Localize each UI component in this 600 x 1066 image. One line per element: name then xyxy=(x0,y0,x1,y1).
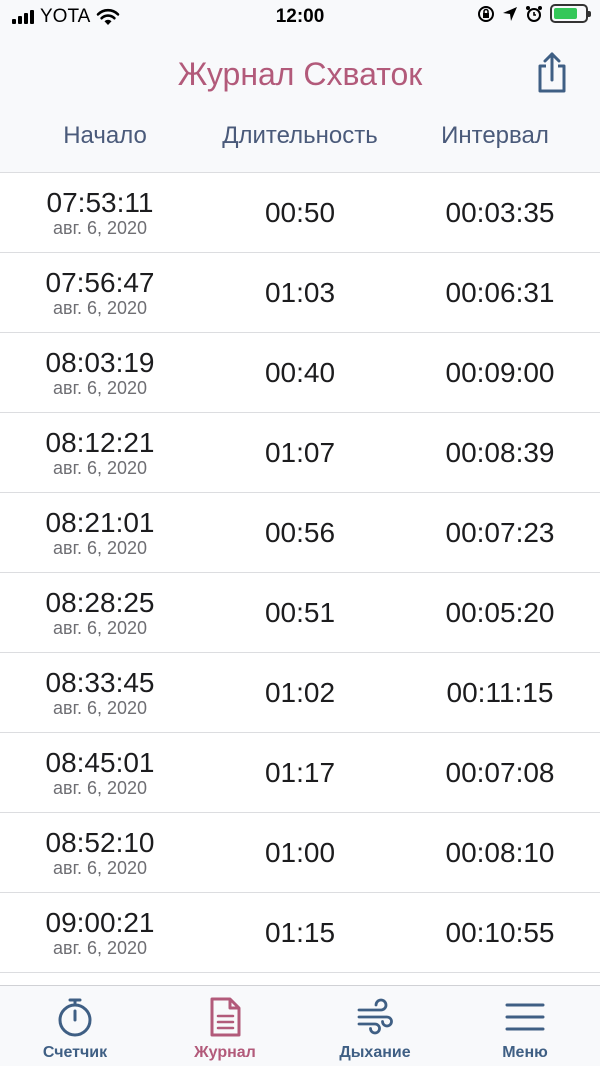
start-date: авг. 6, 2020 xyxy=(53,298,147,318)
stopwatch-icon xyxy=(58,998,92,1037)
tab-label: Журнал xyxy=(194,1044,256,1061)
table-row[interactable]: 08:21:01 авг. 6, 2020 00:56 00:07:23 xyxy=(0,493,600,573)
duration-value: 01:00 xyxy=(264,836,336,868)
tab-menu[interactable]: Меню xyxy=(450,986,600,1066)
start-cell: 08:45:01 авг. 6, 2020 xyxy=(0,747,200,798)
interval-value: 00:08:10 xyxy=(445,836,555,868)
column-header-start: Начало xyxy=(63,122,147,149)
interval-value: 00:06:31 xyxy=(445,276,555,308)
column-header-duration: Длительность xyxy=(222,122,378,149)
start-date: авг. 6, 2020 xyxy=(53,938,147,958)
table-row[interactable]: 08:12:21 авг. 6, 2020 01:07 00:08:39 xyxy=(0,413,600,493)
start-cell: 08:52:10 авг. 6, 2020 xyxy=(0,827,200,878)
start-date: авг. 6, 2020 xyxy=(53,538,147,558)
start-time: 07:53:11 xyxy=(46,187,154,218)
start-date: авг. 6, 2020 xyxy=(53,618,147,638)
share-icon[interactable] xyxy=(532,50,572,94)
duration-value: 00:51 xyxy=(264,596,336,628)
interval-value: 00:07:23 xyxy=(445,516,555,548)
start-time: 08:45:01 xyxy=(45,747,155,778)
interval-value: 00:11:15 xyxy=(446,676,554,708)
contraction-list[interactable]: 07:53:11 авг. 6, 2020 00:50 00:03:35 07:… xyxy=(0,173,600,986)
start-cell: 07:56:47 авг. 6, 2020 xyxy=(0,267,200,318)
duration-value: 01:17 xyxy=(264,756,336,788)
start-time: 09:00:21 xyxy=(45,907,155,938)
start-time: 08:33:45 xyxy=(45,667,155,698)
table-row[interactable]: 08:33:45 авг. 6, 2020 01:02 00:11:15 xyxy=(0,653,600,733)
status-bar: YOTA 12:00 xyxy=(0,0,600,34)
start-time: 08:28:25 xyxy=(45,587,155,618)
start-date: авг. 6, 2020 xyxy=(53,698,147,718)
start-time: 08:12:21 xyxy=(45,427,155,458)
start-time: 08:03:19 xyxy=(45,347,155,378)
interval-value: 00:05:20 xyxy=(445,596,555,628)
wind-icon xyxy=(357,998,393,1035)
start-cell: 08:03:19 авг. 6, 2020 xyxy=(0,347,200,398)
table-row[interactable]: 08:03:19 авг. 6, 2020 00:40 00:09:00 xyxy=(0,333,600,413)
tab-label: Дыхание xyxy=(339,1044,411,1061)
column-header-interval: Интервал xyxy=(441,122,549,149)
tab-breathing[interactable]: Дыхание xyxy=(300,986,450,1066)
start-cell: 08:33:45 авг. 6, 2020 xyxy=(0,667,200,718)
table-row[interactable]: 08:28:25 авг. 6, 2020 00:51 00:05:20 xyxy=(0,573,600,653)
duration-value: 01:03 xyxy=(264,276,336,308)
interval-value: 00:09:00 xyxy=(445,356,555,388)
document-icon xyxy=(210,997,241,1037)
interval-value: 00:03:35 xyxy=(445,196,555,228)
table-row[interactable]: 09:00:21 авг. 6, 2020 01:15 00:10:55 xyxy=(0,893,600,973)
table-row[interactable]: 07:53:11 авг. 6, 2020 00:50 00:03:35 xyxy=(0,173,600,253)
duration-value: 01:02 xyxy=(264,676,336,708)
start-cell: 08:21:01 авг. 6, 2020 xyxy=(0,507,200,558)
start-time: 08:52:10 xyxy=(45,827,155,858)
duration-value: 01:15 xyxy=(264,916,336,948)
duration-value: 00:40 xyxy=(264,356,336,388)
page-title: Журнал Схваток xyxy=(177,56,423,92)
tab-bar: Счетчик Журнал Дыхание Меню xyxy=(0,985,600,1066)
interval-value: 00:07:08 xyxy=(445,756,555,788)
start-date: авг. 6, 2020 xyxy=(53,858,147,878)
interval-value: 00:08:39 xyxy=(445,436,555,468)
menu-icon xyxy=(505,1003,545,1031)
table-row[interactable]: 08:45:01 авг. 6, 2020 01:17 00:07:08 xyxy=(0,733,600,813)
start-cell: 07:53:11 авг. 6, 2020 xyxy=(0,187,200,238)
location-icon xyxy=(503,6,517,21)
battery-icon xyxy=(550,4,591,23)
start-date: авг. 6, 2020 xyxy=(53,458,147,478)
start-cell: 08:28:25 авг. 6, 2020 xyxy=(0,587,200,638)
start-time: 07:56:47 xyxy=(45,267,155,298)
table-row[interactable]: 07:56:47 авг. 6, 2020 01:03 00:06:31 xyxy=(0,253,600,333)
start-date: авг. 6, 2020 xyxy=(53,378,147,398)
interval-value: 00:10:55 xyxy=(445,916,555,948)
start-date: авг. 6, 2020 xyxy=(53,218,147,238)
tab-label: Счетчик xyxy=(42,1044,108,1061)
duration-value: 00:56 xyxy=(264,516,336,548)
orientation-lock-icon xyxy=(478,5,494,22)
alarm-icon xyxy=(526,5,542,22)
duration-value: 01:07 xyxy=(264,436,336,468)
header: Журнал Схваток Начало Длительность Интер… xyxy=(0,34,600,173)
tab-label: Меню xyxy=(502,1044,548,1061)
tab-counter[interactable]: Счетчик xyxy=(0,986,150,1066)
start-date: авг. 6, 2020 xyxy=(53,778,147,798)
start-cell: 08:12:21 авг. 6, 2020 xyxy=(0,427,200,478)
tab-journal[interactable]: Журнал xyxy=(150,986,300,1066)
start-time: 08:21:01 xyxy=(45,507,155,538)
start-cell: 09:00:21 авг. 6, 2020 xyxy=(0,907,200,958)
table-row[interactable]: 08:52:10 авг. 6, 2020 01:00 00:08:10 xyxy=(0,813,600,893)
duration-value: 00:50 xyxy=(264,196,336,228)
